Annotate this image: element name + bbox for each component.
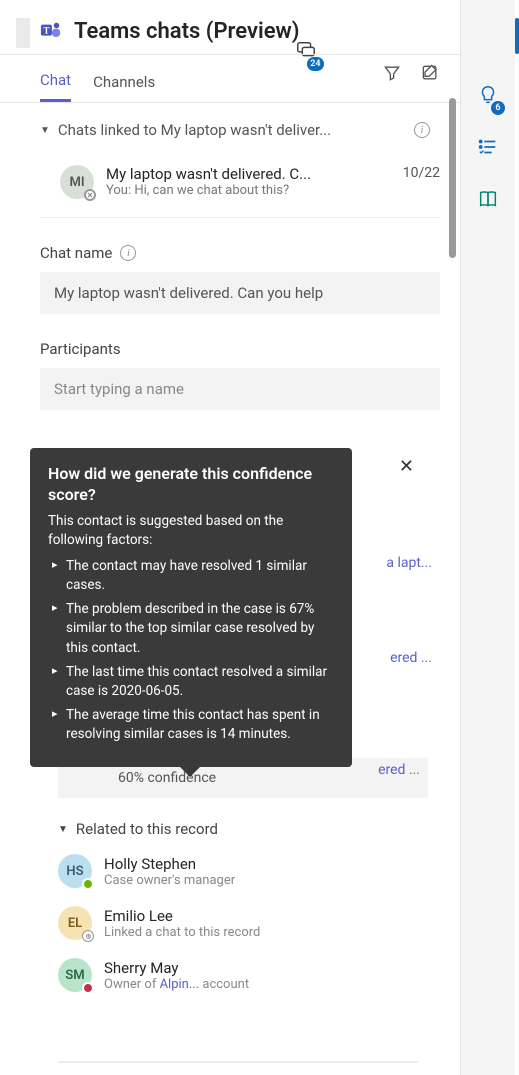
tooltip-subtitle: This contact is suggested based on the f… — [48, 512, 334, 551]
chat-list-item[interactable]: MI My laptop wasn't delivered. C... You:… — [40, 159, 440, 218]
chat-name-label: Chat name i — [40, 244, 440, 262]
tooltip-bullet: The average time this contact has spent … — [52, 706, 334, 745]
related-person[interactable]: HS Holly Stephen Case owner's manager — [58, 854, 428, 888]
content-area: ▼ Chats linked to My laptop wasn't deliv… — [0, 103, 460, 410]
tab-chat[interactable]: Chat — [40, 61, 71, 102]
person-name: Emilio Lee — [104, 907, 260, 925]
compose-icon[interactable] — [420, 63, 440, 83]
chat-avatar: MI — [60, 165, 94, 199]
ideas-badge: 6 — [491, 101, 505, 115]
person-name: Sherry May — [104, 959, 249, 977]
person-role: Linked a chat to this record — [104, 925, 260, 940]
participants-label: Participants — [40, 340, 440, 358]
suggestion-link-3[interactable]: ered ... — [378, 762, 420, 778]
person-avatar: EL — [58, 906, 92, 940]
account-link[interactable]: Alpin... — [160, 977, 200, 992]
main-panel: T Teams chats (Preview) 24 Chat Channels… — [0, 0, 460, 1075]
presence-offline-icon — [84, 189, 96, 201]
presence-offline-icon — [82, 930, 94, 942]
suggestion-link-2[interactable]: ered ... — [390, 650, 432, 666]
teams-logo-icon: T — [40, 20, 62, 42]
confidence-tooltip: How did we generate this confidence scor… — [30, 448, 352, 767]
person-role: Case owner's manager — [104, 873, 235, 888]
presence-available-icon — [82, 878, 94, 890]
tooltip-bullet: The contact may have resolved 1 similar … — [52, 557, 334, 596]
linked-chats-header[interactable]: ▼ Chats linked to My laptop wasn't deliv… — [40, 121, 440, 139]
rail-list-icon[interactable] — [477, 136, 499, 162]
chat-item-preview: You: Hi, can we chat about this? — [106, 183, 385, 198]
collapse-triangle-icon: ▼ — [40, 125, 50, 136]
chat-item-title: My laptop wasn't delivered. C... — [106, 165, 385, 183]
suggestion-link-1[interactable]: a lapt... — [386, 555, 432, 571]
tooltip-title: How did we generate this confidence scor… — [48, 464, 334, 506]
rail-accent — [515, 18, 519, 54]
related-header-label: Related to this record — [76, 820, 218, 838]
panel-title: Teams chats (Preview) — [74, 19, 300, 44]
person-role: Owner of Alpin... account — [104, 977, 249, 992]
tab-channels[interactable]: Channels — [93, 63, 155, 101]
filter-icon[interactable] — [382, 63, 402, 83]
info-icon[interactable]: i — [414, 122, 430, 138]
person-name: Holly Stephen — [104, 855, 235, 873]
presence-busy-icon — [82, 982, 94, 994]
tooltip-bullet-list: The contact may have resolved 1 similar … — [48, 557, 334, 745]
divider — [58, 1061, 418, 1063]
rail-knowledge-icon[interactable] — [477, 188, 499, 214]
side-rail: 6 — [460, 0, 515, 1075]
chat-name-input[interactable] — [40, 272, 440, 314]
avatar-initials: MI — [69, 175, 84, 190]
linked-chats-label: Chats linked to My laptop wasn't deliver… — [58, 121, 406, 139]
panel-header: T Teams chats (Preview) 24 — [0, 0, 460, 54]
chat-item-date: 10/22 — [403, 165, 440, 181]
tooltip-bullet: The problem described in the case is 67%… — [52, 600, 334, 659]
tooltip-bullet: The last time this contact resolved a si… — [52, 663, 334, 702]
close-icon[interactable]: ✕ — [399, 454, 414, 480]
participants-input[interactable] — [40, 368, 440, 410]
related-person[interactable]: SM Sherry May Owner of Alpin... account — [58, 958, 428, 992]
confidence-label: 60% confidence — [118, 770, 216, 786]
info-icon[interactable]: i — [120, 245, 136, 261]
related-section: ▼ Related to this record HS Holly Stephe… — [58, 820, 428, 1010]
person-avatar: HS — [58, 854, 92, 888]
scrollbar-thumb[interactable] — [449, 98, 456, 258]
person-avatar: SM — [58, 958, 92, 992]
svg-text:T: T — [43, 25, 49, 35]
rail-ideas-icon[interactable]: 6 — [477, 84, 499, 110]
related-header[interactable]: ▼ Related to this record — [58, 820, 428, 838]
related-person[interactable]: EL Emilio Lee Linked a chat to this reco… — [58, 906, 428, 940]
collapse-triangle-icon: ▼ — [58, 824, 68, 835]
tabs-bar: Chat Channels — [0, 54, 460, 103]
